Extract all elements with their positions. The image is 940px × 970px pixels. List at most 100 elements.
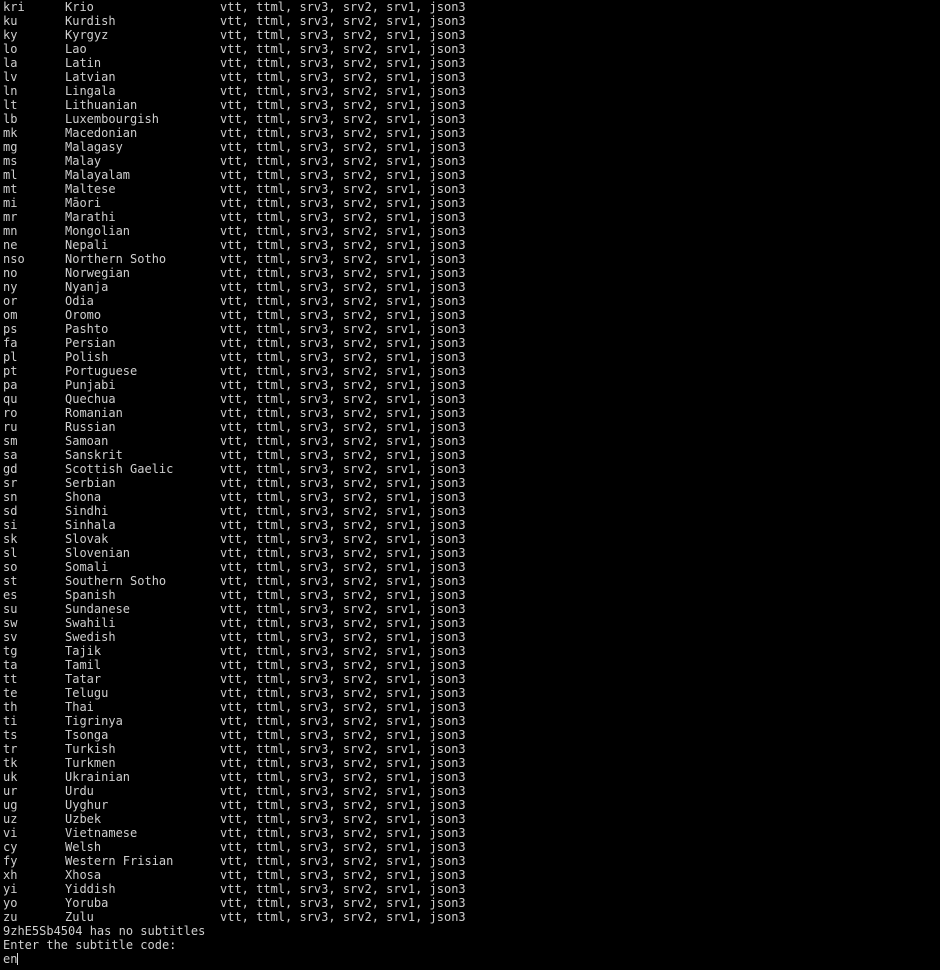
- subtitle-formats: vtt, ttml, srv3, srv2, srv1, json3: [220, 518, 466, 532]
- subtitle-formats: vtt, ttml, srv3, srv2, srv1, json3: [220, 56, 466, 70]
- subtitle-formats: vtt, ttml, srv3, srv2, srv1, json3: [220, 364, 466, 378]
- table-row: cy Welsh vtt, ttml, srv3, srv2, srv1, json…: [3, 840, 940, 854]
- subtitle-formats: vtt, ttml, srv3, srv2, srv1, json3: [220, 560, 466, 574]
- subtitle-formats: vtt, ttml, srv3, srv2, srv1, json3: [220, 462, 466, 476]
- subtitle-formats: vtt, ttml, srv3, srv2, srv1, json3: [220, 14, 466, 28]
- subtitle-formats: vtt, ttml, srv3, srv2, srv1, json3: [220, 70, 466, 84]
- subtitle-formats: vtt, ttml, srv3, srv2, srv1, json3: [220, 266, 466, 280]
- subtitle-formats: vtt, ttml, srv3, srv2, srv1, json3: [220, 210, 466, 224]
- language-code: so: [3, 560, 18, 574]
- language-code: sk: [3, 532, 18, 546]
- table-row: lv Latvian vtt, ttml, srv3, srv2, srv1, js…: [3, 70, 940, 84]
- language-code: mr: [3, 210, 18, 224]
- language-name: Malayalam: [65, 168, 131, 182]
- subtitle-formats: vtt, ttml, srv3, srv2, srv1, json3: [220, 84, 466, 98]
- language-code: qu: [3, 392, 18, 406]
- table-row: pl Polish vtt, ttml, srv3, srv2, srv1, jso…: [3, 350, 940, 364]
- table-row: ps Pashto vtt, ttml, srv3, srv2, srv1, jso…: [3, 322, 940, 336]
- language-name: Norwegian: [65, 266, 131, 280]
- language-name: Latvian: [65, 70, 116, 84]
- language-code: ps: [3, 322, 18, 336]
- subtitle-formats: vtt, ttml, srv3, srv2, srv1, json3: [220, 784, 466, 798]
- table-row: fa Persian vtt, ttml, srv3, srv2, srv1, js…: [3, 336, 940, 350]
- table-row: tk Turkmen vtt, ttml, srv3, srv2, srv1, js…: [3, 756, 940, 770]
- table-row: kri Krio vtt, ttml, srv3, srv2, srv1, json…: [3, 0, 940, 14]
- subtitle-formats: vtt, ttml, srv3, srv2, srv1, json3: [220, 630, 466, 644]
- language-code: fa: [3, 336, 18, 350]
- table-row: pt Portuguese vtt, ttml, srv3, srv2, srv1,…: [3, 364, 940, 378]
- language-name: Turkish: [65, 742, 116, 756]
- subtitle-formats: vtt, ttml, srv3, srv2, srv1, json3: [220, 714, 466, 728]
- language-name: Tatar: [65, 672, 102, 686]
- language-name: Urdu: [65, 784, 94, 798]
- language-name: Quechua: [65, 392, 116, 406]
- subtitle-formats: vtt, ttml, srv3, srv2, srv1, json3: [220, 742, 466, 756]
- language-name: Telugu: [65, 686, 109, 700]
- table-row: ky Kyrgyz vtt, ttml, srv3, srv2, srv1, jso…: [3, 28, 940, 42]
- subtitle-formats: vtt, ttml, srv3, srv2, srv1, json3: [220, 840, 466, 854]
- subtitle-formats: vtt, ttml, srv3, srv2, srv1, json3: [220, 574, 466, 588]
- language-name: Thai: [65, 700, 94, 714]
- language-name: Māori: [65, 196, 102, 210]
- language-code: th: [3, 700, 18, 714]
- subtitle-formats: vtt, ttml, srv3, srv2, srv1, json3: [220, 644, 466, 658]
- language-name: Northern Sotho: [65, 252, 167, 266]
- subtitle-formats: vtt, ttml, srv3, srv2, srv1, json3: [220, 350, 466, 364]
- table-row: si Sinhala vtt, ttml, srv3, srv2, srv1, js…: [3, 518, 940, 532]
- language-name: Malay: [65, 154, 102, 168]
- language-code: xh: [3, 868, 18, 882]
- table-row: ti Tigrinya vtt, ttml, srv3, srv2, srv1, j…: [3, 714, 940, 728]
- table-row: su Sundanese vtt, ttml, srv3, srv2, srv1, …: [3, 602, 940, 616]
- language-name: Sanskrit: [65, 448, 123, 462]
- status-message: 9zhE5Sb4504 has no subtitles: [3, 924, 206, 938]
- language-code: ln: [3, 84, 18, 98]
- language-name: Romanian: [65, 406, 123, 420]
- language-code: sd: [3, 504, 18, 518]
- subtitle-formats: vtt, ttml, srv3, srv2, srv1, json3: [220, 294, 466, 308]
- table-row: ug Uyghur vtt, ttml, srv3, srv2, srv1, jso…: [3, 798, 940, 812]
- language-code: tr: [3, 742, 18, 756]
- language-code: ro: [3, 406, 18, 420]
- table-row: nso Northern Sotho vtt, ttml, srv3, srv2, …: [3, 252, 940, 266]
- table-row: qu Quechua vtt, ttml, srv3, srv2, srv1, js…: [3, 392, 940, 406]
- language-code: sr: [3, 476, 18, 490]
- table-row: te Telugu vtt, ttml, srv3, srv2, srv1, jso…: [3, 686, 940, 700]
- language-code: es: [3, 588, 18, 602]
- language-name: Vietnamese: [65, 826, 138, 840]
- language-code: mt: [3, 182, 18, 196]
- language-name: Samoan: [65, 434, 109, 448]
- language-code: fy: [3, 854, 18, 868]
- language-name: Oromo: [65, 308, 102, 322]
- language-name: Pashto: [65, 322, 109, 336]
- language-code: lv: [3, 70, 18, 84]
- subtitle-formats: vtt, ttml, srv3, srv2, srv1, json3: [220, 910, 466, 924]
- table-row: lb Luxembourgish vtt, ttml, srv3, srv2, sr…: [3, 112, 940, 126]
- language-code: sn: [3, 490, 18, 504]
- language-name: Odia: [65, 294, 94, 308]
- table-row: ny Nyanja vtt, ttml, srv3, srv2, srv1, jso…: [3, 280, 940, 294]
- table-row: mt Maltese vtt, ttml, srv3, srv2, srv1, js…: [3, 182, 940, 196]
- terminal-window[interactable]: kri Krio vtt, ttml, srv3, srv2, srv1, json…: [0, 0, 940, 970]
- language-code: pa: [3, 378, 18, 392]
- subtitle-formats: vtt, ttml, srv3, srv2, srv1, json3: [220, 112, 466, 126]
- subtitle-formats: vtt, ttml, srv3, srv2, srv1, json3: [220, 476, 466, 490]
- language-code: ms: [3, 154, 18, 168]
- table-row: th Thai vtt, ttml, srv3, srv2, srv1, json3: [3, 700, 940, 714]
- subtitle-language-table: kri Krio vtt, ttml, srv3, srv2, srv1, json…: [3, 0, 940, 924]
- language-name: Slovak: [65, 532, 109, 546]
- language-code: ur: [3, 784, 18, 798]
- table-row: gd Scottish Gaelic vtt, ttml, srv3, srv2, …: [3, 462, 940, 476]
- subtitle-code-input[interactable]: en: [3, 952, 17, 966]
- subtitle-formats: vtt, ttml, srv3, srv2, srv1, json3: [220, 378, 466, 392]
- language-name: Slovenian: [65, 546, 131, 560]
- language-name: Uyghur: [65, 798, 109, 812]
- subtitle-formats: vtt, ttml, srv3, srv2, srv1, json3: [220, 42, 466, 56]
- subtitle-code-input-line[interactable]: en: [3, 952, 940, 966]
- language-name: Serbian: [65, 476, 116, 490]
- table-row: uk Ukrainian vtt, ttml, srv3, srv2, srv1, …: [3, 770, 940, 784]
- language-name: Western Frisian: [65, 854, 174, 868]
- language-name: Somali: [65, 560, 109, 574]
- language-code: yo: [3, 896, 18, 910]
- table-row: mi Māori vtt, ttml, srv3, srv2, srv1, json…: [3, 196, 940, 210]
- language-code: ti: [3, 714, 18, 728]
